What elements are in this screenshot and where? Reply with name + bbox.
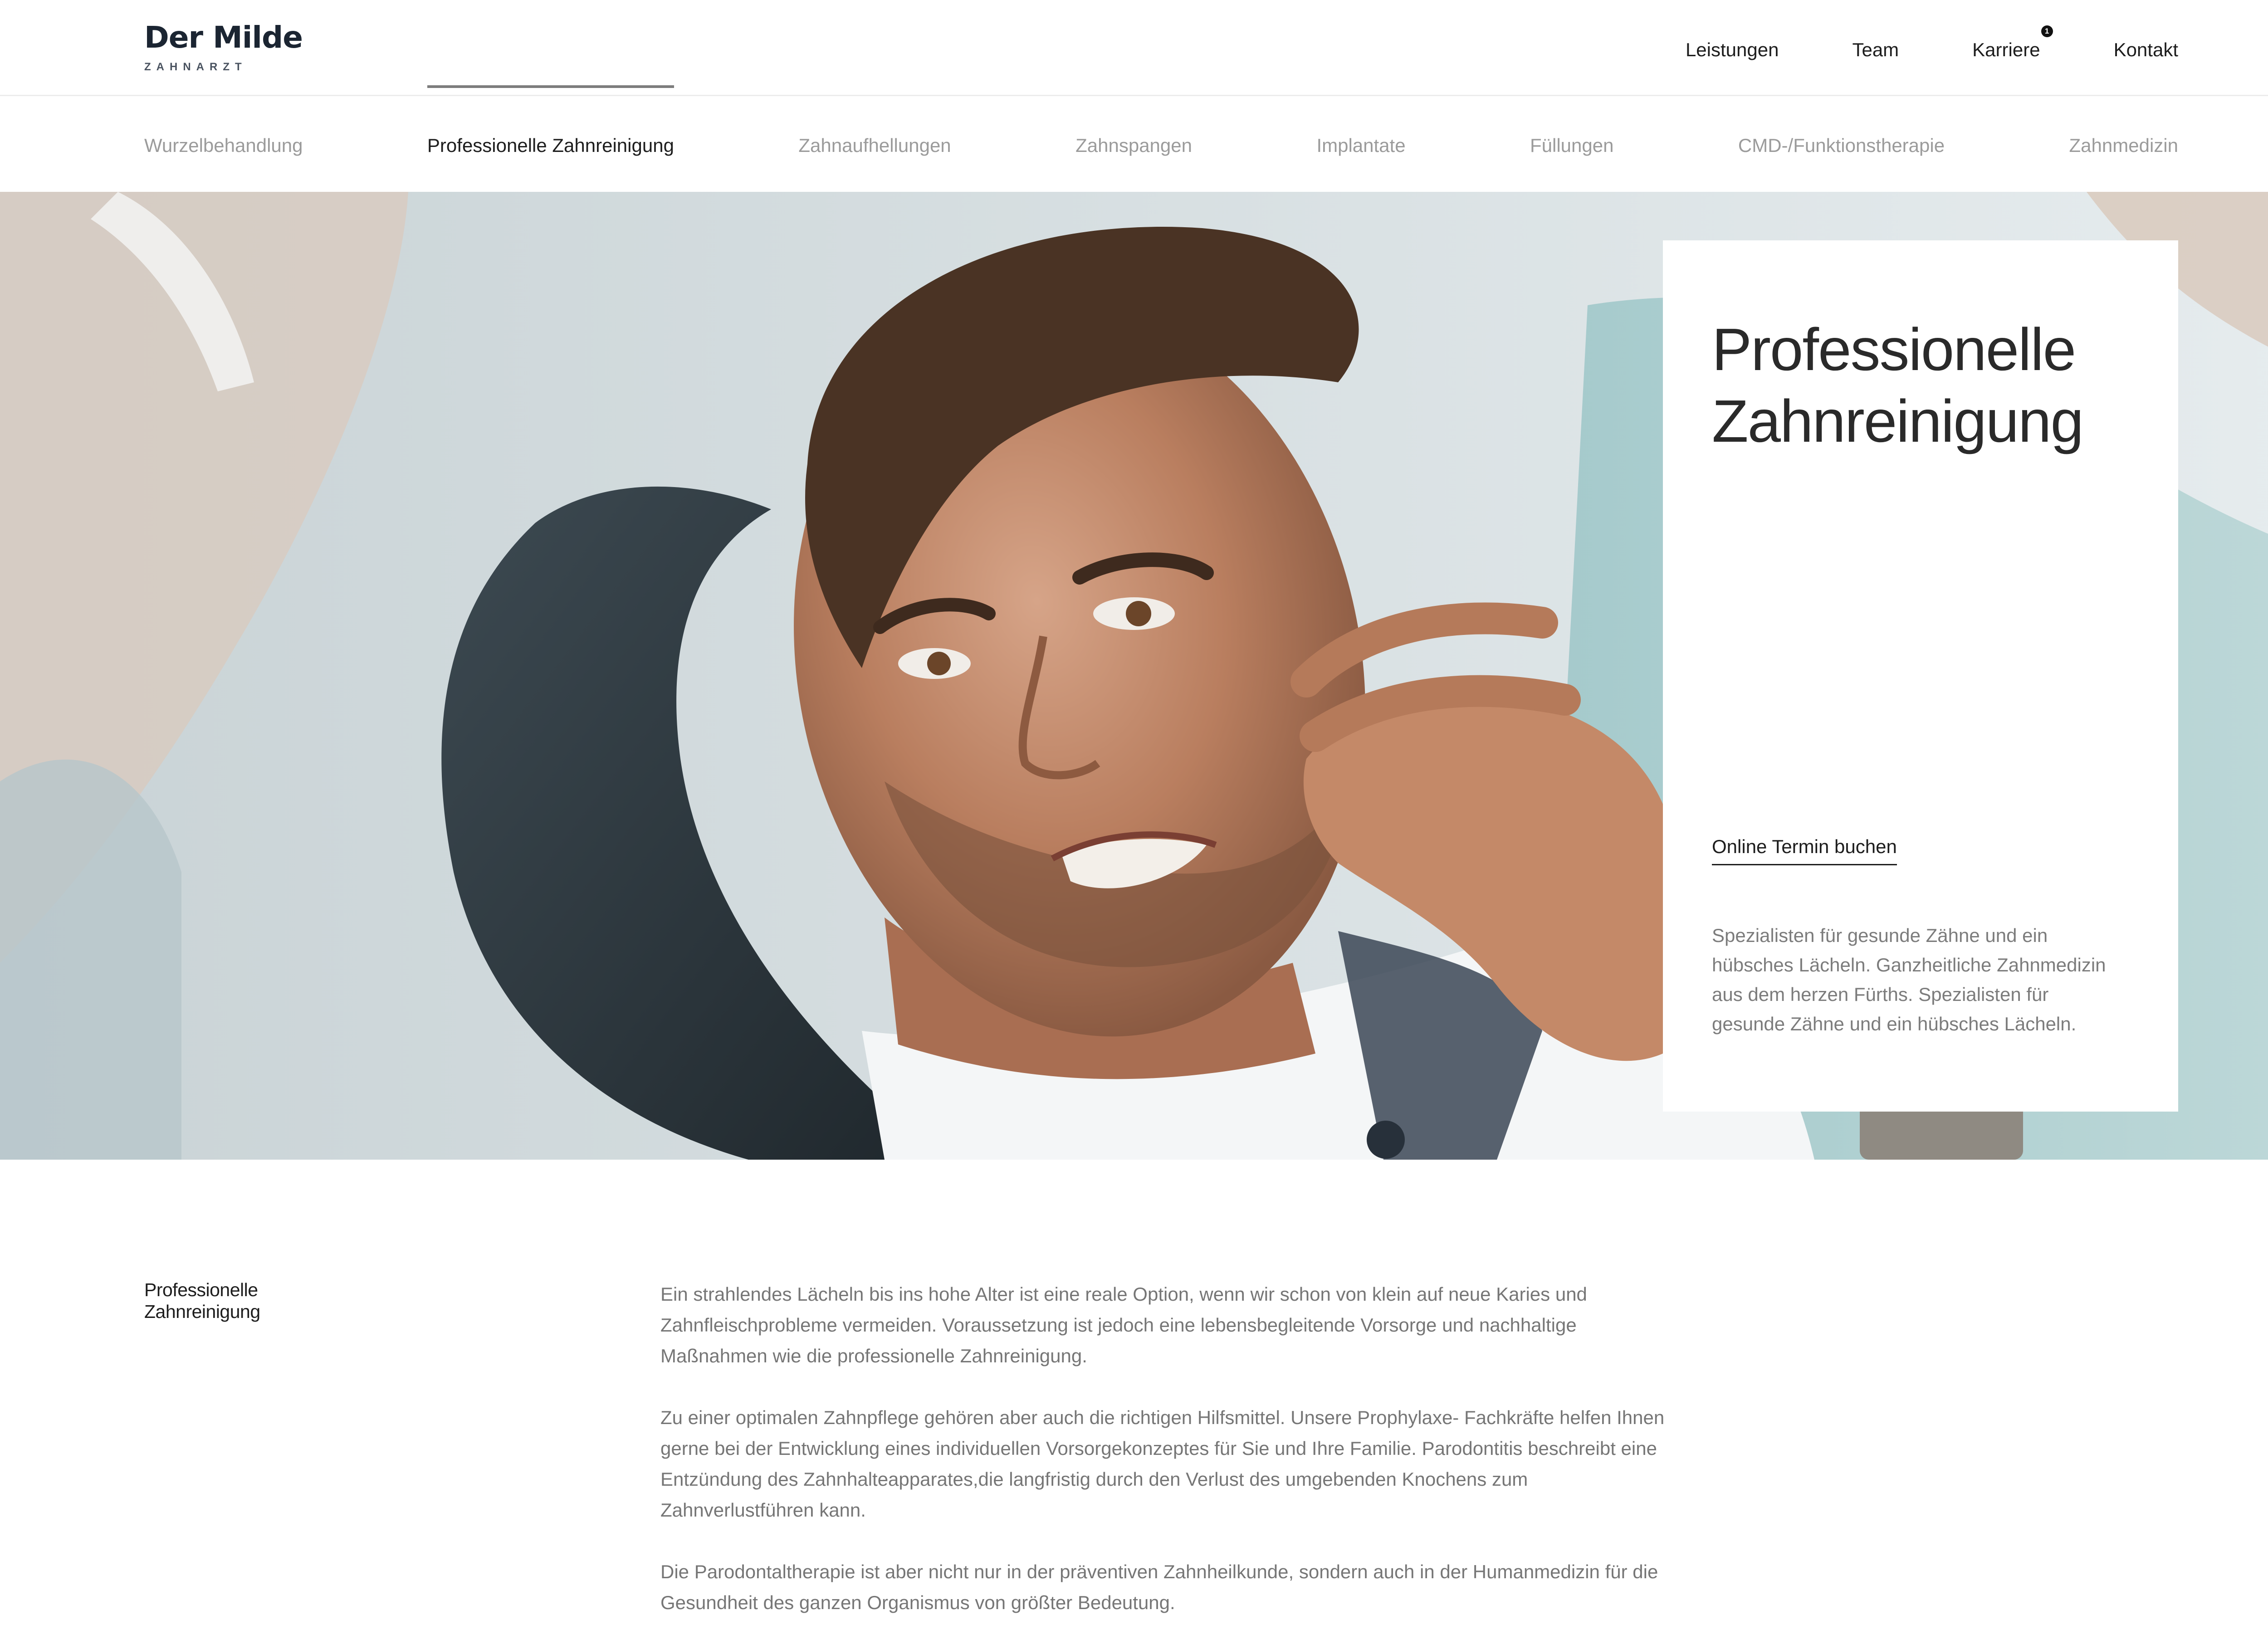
content-paragraph: Ein strahlendes Lächeln bis ins hohe Alt… xyxy=(660,1283,1587,1366)
service-subnav: Wurzelbehandlung Professionelle Zahnrein… xyxy=(0,85,2268,192)
hero-title: Professionelle Zahnreinigung xyxy=(1712,314,2129,457)
online-booking-link[interactable]: Online Termin buchen xyxy=(1712,836,1897,865)
hero-title-line-2: Zahnreinigung xyxy=(1712,388,2084,454)
subnav-item-implantate[interactable]: Implantate xyxy=(1316,132,1405,156)
hero-section: Professionelle Zahnreinigung Online Term… xyxy=(0,192,2268,1160)
hero-title-line-1: Professionelle xyxy=(1712,316,2076,383)
subnav-item-professionelle-zahnreinigung[interactable]: Professionelle Zahnreinigung xyxy=(427,85,674,156)
notification-badge: 1 xyxy=(2041,25,2053,37)
nav-item-kontakt[interactable]: Kontakt xyxy=(2114,39,2178,61)
nav-item-karriere[interactable]: Karriere 1 xyxy=(1972,25,2053,61)
content-paragraph: Die Parodontaltherapie ist aber nicht nu… xyxy=(660,1561,1658,1613)
main-navigation: Leistungen Team Karriere 1 Kontakt xyxy=(1686,25,2178,61)
subnav-item-fuellungen[interactable]: Füllungen xyxy=(1530,132,1613,156)
nav-item-leistungen[interactable]: Leistungen xyxy=(1686,39,1779,61)
brand-name: Der Milde xyxy=(144,20,303,55)
section-label-line-1: Professionelle xyxy=(144,1279,258,1300)
brand-logo[interactable]: Der Milde ZAHNARZT xyxy=(144,23,303,73)
content-paragraph: Zu einer optimalen Zahnpflege gehören ab… xyxy=(660,1407,1665,1521)
content-body: Ein strahlendes Lächeln bis ins hohe Alt… xyxy=(660,1279,1667,1649)
hero-card: Professionelle Zahnreinigung Online Term… xyxy=(1663,240,2178,1112)
subnav-item-zahnmedizin[interactable]: Zahnmedizin xyxy=(2069,132,2178,156)
nav-item-karriere-label: Karriere xyxy=(1972,39,2040,60)
brand-subtitle: ZAHNARZT xyxy=(144,61,247,73)
subnav-item-zahnaufhellungen[interactable]: Zahnaufhellungen xyxy=(798,132,951,156)
section-label-line-2: Zahnreinigung xyxy=(144,1301,260,1322)
subnav-item-zahnspangen[interactable]: Zahnspangen xyxy=(1075,132,1192,156)
section-label: Professionelle Zahnreinigung xyxy=(144,1279,260,1322)
hero-description: Spezialisten für gesunde Zähne und ein h… xyxy=(1712,925,2106,1034)
subnav-item-wurzelbehandlung[interactable]: Wurzelbehandlung xyxy=(144,132,303,156)
site-header: Der Milde ZAHNARZT Leistungen Team Karri… xyxy=(0,0,2268,96)
subnav-item-cmd-funktionstherapie[interactable]: CMD-/Funktionstherapie xyxy=(1738,132,1945,156)
nav-item-team[interactable]: Team xyxy=(1852,39,1899,61)
